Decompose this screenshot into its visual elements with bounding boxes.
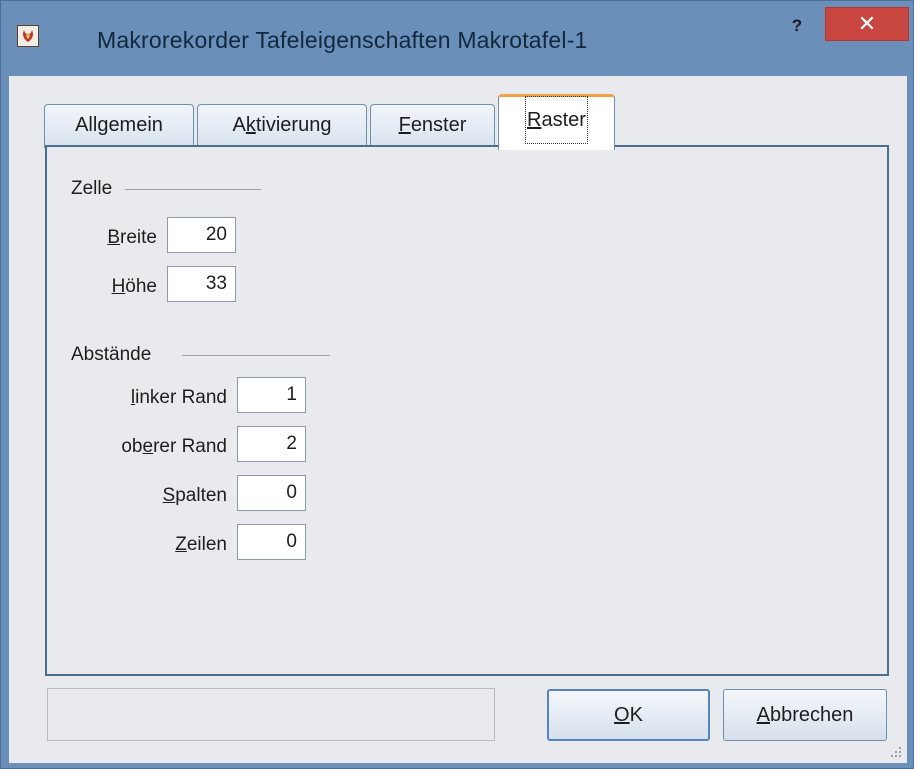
group-zelle-divider	[125, 189, 261, 190]
tab-aktivierung-label: Aktivierung	[232, 114, 332, 136]
field-linker-rand-label: linker Rand	[130, 387, 227, 408]
resize-grip-icon[interactable]	[887, 743, 903, 759]
tab-allgemein[interactable]: Allgemein	[44, 104, 194, 148]
group-zelle-title: Zelle	[71, 178, 113, 199]
tab-raster-label: Raster	[525, 96, 588, 144]
cancel-button[interactable]: Abbrechen	[723, 689, 887, 741]
status-field	[47, 688, 495, 741]
zeilen-input[interactable]: 0	[237, 524, 306, 560]
ok-button[interactable]: OK	[547, 689, 710, 741]
tab-allgemein-label: Allgemein	[75, 114, 163, 136]
hoehe-input[interactable]: 33	[167, 266, 236, 302]
breite-input[interactable]: 20	[167, 217, 236, 253]
app-icon[interactable]	[17, 25, 39, 47]
field-oberer-rand-label: oberer Rand	[121, 436, 227, 457]
oberer-rand-input[interactable]: 2	[237, 426, 306, 462]
raster-tab-panel: Zelle Breite 20 Höhe 33 Abstände linker …	[45, 145, 889, 676]
title-bar[interactable]: Makrorekorder Tafeleigenschaften Makrota…	[1, 1, 913, 76]
group-abstaende-divider	[182, 355, 330, 356]
tab-raster[interactable]: Raster	[498, 94, 615, 150]
spalten-input[interactable]: 0	[237, 475, 306, 511]
field-zeilen-label: Zeilen	[175, 534, 227, 555]
group-abstaende-title: Abstände	[71, 344, 152, 365]
field-breite-label: Breite	[107, 227, 157, 248]
tab-fenster-label: Fenster	[398, 114, 467, 136]
close-button[interactable]: ✕	[825, 7, 909, 41]
field-spalten-label: Spalten	[162, 485, 227, 506]
dialog-client-area: Allgemein Aktivierung Fenster Raster Zel…	[9, 76, 907, 763]
help-button[interactable]: ?	[783, 13, 811, 39]
dialog-window: Makrorekorder Tafeleigenschaften Makrota…	[0, 0, 914, 769]
linker-rand-input[interactable]: 1	[237, 377, 306, 413]
tab-aktivierung[interactable]: Aktivierung	[197, 104, 367, 148]
field-hoehe-label: Höhe	[111, 276, 157, 297]
window-title: Makrorekorder Tafeleigenschaften Makrota…	[97, 27, 588, 53]
tab-fenster[interactable]: Fenster	[370, 104, 495, 148]
